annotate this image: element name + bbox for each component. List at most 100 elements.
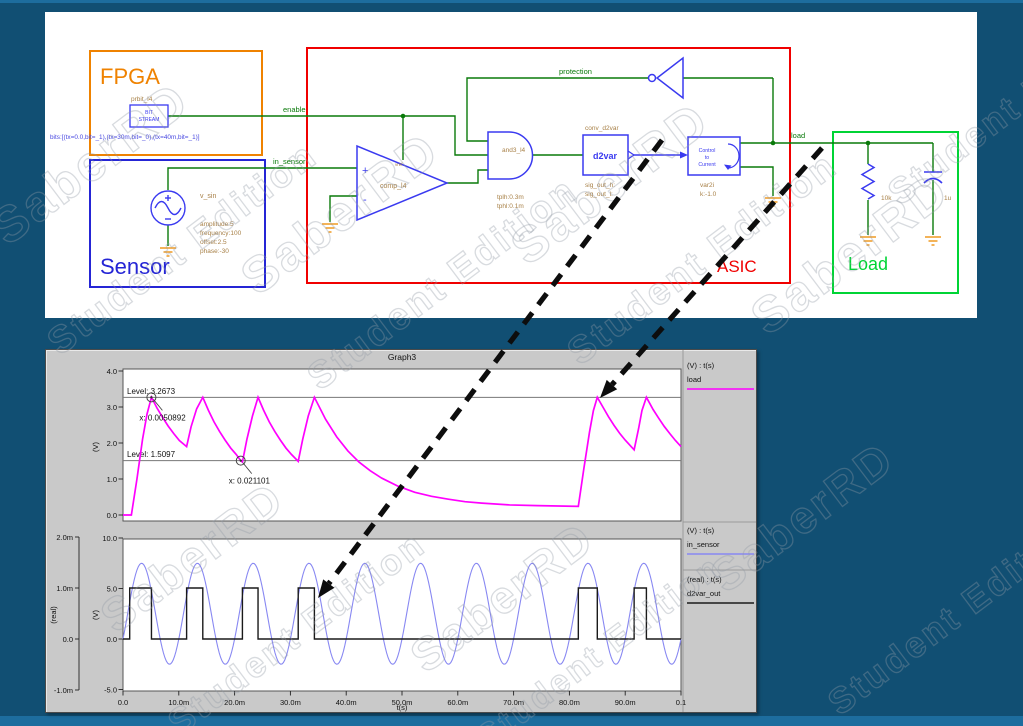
x-tick-label: 20.0m (224, 698, 245, 707)
net-enable: enable (283, 105, 306, 114)
inverter[interactable] (649, 58, 684, 98)
watermark-text: Student Edition (820, 503, 1023, 724)
slide-background: FPGA Sensor ASIC Load (0, 0, 1023, 726)
cursor-label[interactable]: x: 0.0050892 (139, 413, 186, 422)
y-tick-label: 10.0 (102, 534, 117, 543)
legend-entry-in_sensor[interactable]: (V) : t(s) in_sensor (687, 526, 754, 554)
comp-plus: + (362, 165, 368, 177)
y-tick-label: 2.0 (107, 439, 117, 448)
var2i-text1: Control (699, 148, 716, 154)
prbit-bits-param: bits:[(tx=0.0,bit=_1),(tx=30m,bit=_0),(t… (50, 134, 200, 141)
x-tick-label: 0.0 (118, 698, 128, 707)
y-tick-label: 3.0 (107, 403, 117, 412)
svg-text:amplitude:5: amplitude:5 (200, 221, 234, 228)
sine-source[interactable] (151, 191, 185, 225)
real-tick-label: 1.0m (56, 584, 73, 593)
level-label[interactable]: Level: 3.2673 (127, 387, 176, 396)
legend-signal-type: (real) : t(s) (687, 575, 722, 584)
vsin-params: amplitude:5 frequency:100 offset:2.5 pha… (200, 221, 242, 255)
x-tick-label: 60.0m (447, 698, 468, 707)
schematic-panel: FPGA Sensor ASIC Load (45, 12, 977, 318)
d2var-inst-label: conv_d2var (585, 125, 619, 132)
sensor-label: Sensor (100, 254, 170, 279)
legend-signal-name: load (687, 375, 701, 384)
legend-signal-type: (V) : t(s) (687, 361, 715, 370)
legend-entry-d2var_out[interactable]: (real) : t(s) d2var_out (687, 575, 754, 603)
load-box-label: Load (848, 254, 888, 274)
real-tick-label: -1.0m (54, 686, 73, 695)
var2i-text2: to (705, 155, 709, 161)
y-tick-label: 0.0 (107, 635, 117, 644)
comp-vref: vref (395, 162, 403, 167)
and-tplh: tplh:0.3m (497, 194, 524, 201)
junction-dot (866, 141, 871, 146)
vsin-inst-label: v_sin (200, 193, 216, 200)
var2i-k: k:-1.0 (700, 191, 717, 198)
x-tick-label: 10.0m (168, 698, 189, 707)
junction-dot (771, 141, 776, 146)
bit-stream-source[interactable]: BIT STREAM (130, 105, 168, 127)
comp-inst-label: comp_l4 (380, 183, 407, 190)
resistor[interactable] (862, 164, 874, 199)
ground-symbols (160, 198, 941, 256)
y-tick-label: 1.0 (107, 475, 117, 484)
var2i-inst-label: var2i (700, 182, 714, 189)
legend-signal-type: (V) : t(s) (687, 526, 715, 535)
x-tick-label: 40.0m (336, 698, 357, 707)
legend-signal-name: d2var_out (687, 589, 721, 598)
legend-signal-name: in_sensor (687, 540, 720, 549)
cursor-dot (150, 396, 152, 398)
cursor-label[interactable]: x: 0.021101 (229, 477, 271, 486)
and-gate[interactable] (488, 132, 533, 179)
prbit-inst-label: prbit_l4 (131, 96, 153, 103)
comp-minus: - (363, 194, 367, 206)
and-tphl: tphl:0.1m (497, 203, 524, 210)
cap-value: 1u (944, 195, 952, 202)
net-load: load (791, 131, 805, 140)
legend-entry-load[interactable]: (V) : t(s) load (687, 361, 754, 389)
level-label[interactable]: Level: 1.5097 (127, 450, 176, 459)
x-tick-label: 70.0m (503, 698, 524, 707)
graph-window-title[interactable]: Graph3 (46, 352, 758, 362)
d2var-sym-text: d2var (593, 151, 618, 161)
x-tick-label: 90.0m (615, 698, 636, 707)
y-tick-label: 0.0 (107, 511, 117, 520)
y-tick-label: -5.0 (104, 685, 117, 694)
net-in-sensor: in_sensor (273, 157, 306, 166)
y-tick-label: 5.0 (107, 584, 117, 593)
and-inst-label: and3_l4 (502, 147, 526, 154)
y-tick-label: 4.0 (107, 367, 117, 376)
var2i-source[interactable]: Control to Current (688, 137, 740, 175)
x-tick-label: 0.1 (676, 698, 686, 707)
cursor-dot (240, 459, 242, 461)
bit-text: BIT (145, 110, 153, 116)
svg-text:frequency:100: frequency:100 (200, 230, 242, 237)
asic-label: ASIC (717, 257, 757, 276)
stream-text: STREAM (139, 117, 160, 123)
graph-canvas: (V) (V) (real) t(s) 4.03.02.01.00.010.05… (46, 350, 756, 712)
x-tick-label: 80.0m (559, 698, 580, 707)
schematic-canvas: FPGA Sensor ASIC Load (45, 12, 977, 318)
svg-text:phase:-30: phase:-30 (200, 248, 229, 255)
slide-bottom-border (0, 716, 1023, 726)
real-axis-title: (real) (49, 606, 58, 624)
top-plot-area[interactable] (123, 369, 681, 521)
graph-window: Graph3 (V) (V) (real) t(s) 4.03.02.01.00… (45, 349, 757, 713)
junction-dot (401, 114, 406, 119)
x-tick-label: 30.0m (280, 698, 301, 707)
slide-top-border (0, 0, 1023, 3)
asic-box (307, 48, 790, 283)
x-tick-label: 50.0m (392, 698, 413, 707)
d2var-converter[interactable]: d2var (583, 135, 634, 175)
res-value: 10k (881, 195, 892, 202)
real-tick-label: 0.0 (63, 635, 73, 644)
d2var-sigouth: sig_out_h: (585, 182, 615, 189)
top-y-axis-title: (V) (91, 442, 100, 453)
fpga-label: FPGA (100, 64, 160, 89)
bottom-y-axis-title: (V) (91, 610, 100, 621)
d2var-sigoutl: sig_out_l: (585, 191, 613, 198)
var2i-text3: Current (698, 162, 716, 168)
real-tick-label: 2.0m (56, 533, 73, 542)
net-protection: protection (559, 67, 592, 76)
svg-text:offset:2.5: offset:2.5 (200, 239, 227, 246)
